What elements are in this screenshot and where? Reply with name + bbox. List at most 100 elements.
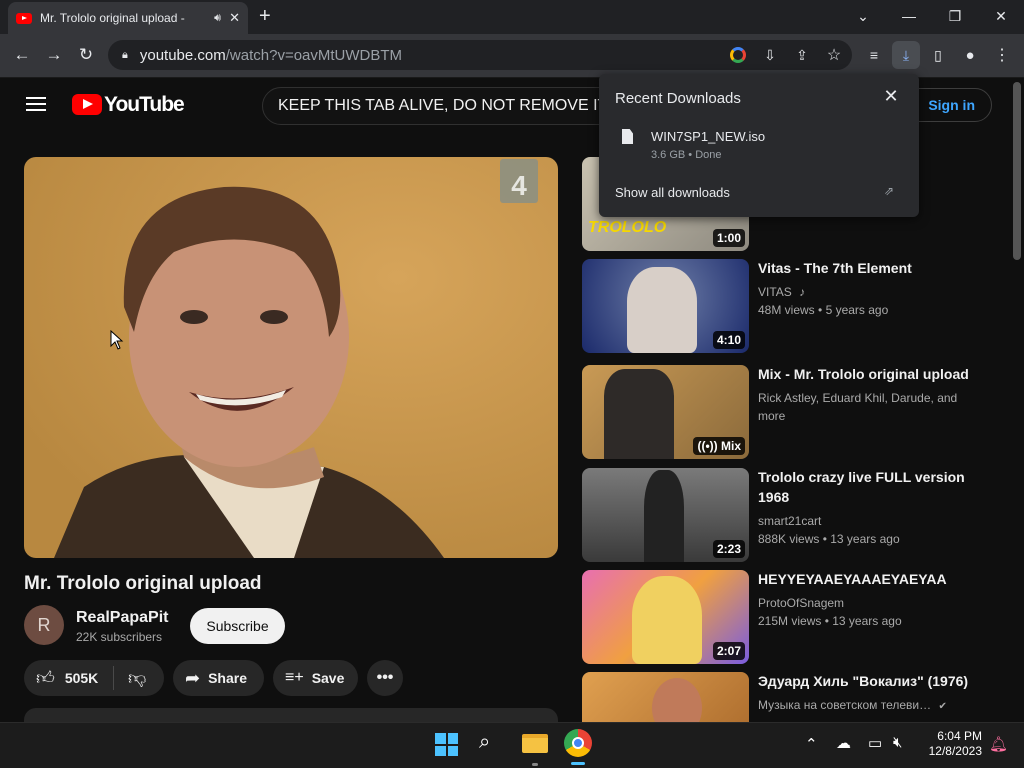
chrome-taskbar-icon[interactable]: [564, 729, 592, 757]
related-meta: 48M views • 5 years ago: [758, 303, 889, 317]
search-input[interactable]: KEEP THIS TAB ALIVE, DO NOT REMOVE IT.: [262, 87, 622, 125]
thumb-figure: [644, 470, 684, 562]
subscriber-count: 22K subscribers: [76, 630, 163, 644]
view-count: 48M views: [758, 303, 815, 317]
related-channel[interactable]: smart21cart: [758, 512, 978, 530]
related-meta: 888K views • 13 years ago: [758, 532, 900, 546]
windows-start-icon[interactable]: [435, 733, 458, 756]
side-panel-icon[interactable]: ▯: [924, 41, 952, 69]
thumbs-down-icon: 👎︎: [128, 668, 147, 688]
file-explorer-icon[interactable]: [522, 734, 548, 753]
page-scrollbar-thumb[interactable]: [1013, 82, 1021, 260]
downloads-close-icon[interactable]: ✕: [880, 86, 902, 108]
explorer-running-indicator: [532, 763, 538, 766]
related-channel-name: Музыка на советском телеви…: [758, 698, 932, 712]
tab-search-button[interactable]: ⌄: [840, 0, 886, 32]
video-player[interactable]: 4: [24, 157, 558, 558]
download-status: 3.6 GB • Done: [651, 149, 722, 161]
clock-date: 12/8/2023: [928, 744, 982, 758]
related-thumbnail[interactable]: [582, 672, 749, 722]
browser-tab[interactable]: Mr. Trololo original upload - 🔊︎ ✕: [8, 2, 248, 34]
related-channel-name: VITAS: [758, 285, 792, 299]
related-title[interactable]: Mix - Mr. Trololo original upload: [758, 364, 978, 384]
minimize-button[interactable]: —: [886, 0, 932, 32]
channel-name[interactable]: RealPapaPit: [76, 609, 168, 627]
thumb-figure: [632, 576, 702, 664]
network-icon[interactable]: ▭: [868, 734, 882, 752]
media-control-icon[interactable]: ≡: [860, 41, 888, 69]
thumb-overlay-text: TROLOLO: [588, 219, 667, 236]
dislike-button[interactable]: 👎︎: [114, 667, 146, 689]
related-title[interactable]: HEYYEYAAEYAAAEYAEYAA: [758, 569, 978, 589]
related-title[interactable]: Эдуард Хиль "Вокализ" (1976): [758, 671, 978, 691]
related-channel[interactable]: Музыка на советском телеви… ✔: [758, 696, 978, 716]
active-app-indicator: [571, 762, 585, 765]
related-channel[interactable]: ProtoOfSnagem: [758, 594, 978, 612]
new-tab-button[interactable]: +: [259, 5, 271, 28]
volume-muted-icon[interactable]: 🔇︎: [893, 734, 902, 751]
like-button[interactable]: 👍︎ 505K: [24, 666, 114, 690]
speaker-icon[interactable]: 🔊︎: [214, 12, 221, 25]
save-label: Save: [311, 670, 345, 686]
video-duration: 1:00: [712, 229, 745, 247]
related-thumbnail[interactable]: ((•)) Mix: [582, 365, 749, 459]
upload-age: 13 years ago: [832, 614, 902, 628]
related-channel[interactable]: VITAS ♪: [758, 283, 978, 301]
save-button[interactable]: ≡+ Save: [273, 660, 358, 696]
downloads-icon[interactable]: ⤓: [892, 41, 920, 69]
signin-label: Sign in: [928, 97, 975, 113]
back-button[interactable]: ←: [8, 41, 36, 69]
youtube-logo-icon[interactable]: [72, 94, 102, 115]
share-button[interactable]: ➦ Share: [173, 660, 264, 696]
related-meta: 215M views • 13 years ago: [758, 614, 902, 628]
bookmark-star-icon[interactable]: ☆: [820, 41, 848, 69]
music-note-icon: ♪: [799, 285, 806, 299]
avatar-initial: R: [37, 614, 51, 635]
forward-button[interactable]: →: [40, 41, 68, 69]
like-count: 505K: [64, 670, 99, 686]
youtube-logo-text[interactable]: YouTube: [104, 93, 185, 117]
install-app-icon[interactable]: ⇩: [756, 41, 784, 69]
related-title[interactable]: Trololo crazy live FULL version 1968: [758, 467, 978, 507]
share-label: Share: [208, 670, 248, 686]
upload-age: 5 years ago: [825, 303, 889, 317]
related-channel[interactable]: Rick Astley, Eduard Khil, Darude, and mo…: [758, 389, 978, 425]
onedrive-icon[interactable]: ☁: [836, 734, 851, 752]
file-icon: [622, 129, 633, 144]
url-host: youtube.com: [139, 46, 226, 64]
notification-bell-icon[interactable]: 🔔︎: [989, 735, 1008, 753]
playlist-add-icon: ≡+: [285, 669, 304, 686]
url-path: /watch?v=oavMtUWDBTM: [225, 46, 403, 64]
tab-close-icon[interactable]: ✕: [229, 10, 240, 26]
more-horiz-icon: •••: [376, 669, 394, 686]
hamburger-menu-icon[interactable]: [26, 97, 46, 111]
share-icon[interactable]: ⇪: [788, 41, 816, 69]
channel-avatar[interactable]: R: [24, 605, 64, 645]
taskbar-search-icon[interactable]: ⌕: [479, 731, 490, 754]
related-thumbnail[interactable]: 2:23: [582, 468, 749, 562]
google-icon[interactable]: [724, 41, 752, 69]
clock-time: 6:04 PM: [937, 729, 982, 743]
profile-icon[interactable]: ●: [956, 41, 984, 69]
menu-kebab-icon[interactable]: ⋮: [988, 41, 1016, 69]
mix-badge: ((•)) Mix: [693, 437, 745, 455]
download-file-name[interactable]: WIN7SP1_NEW.iso: [651, 129, 765, 144]
close-window-button[interactable]: ✕: [978, 0, 1024, 32]
thumb-figure: [652, 678, 702, 722]
restore-button[interactable]: ❐: [932, 0, 978, 32]
show-hidden-icons-chevron-icon[interactable]: ⌃: [805, 735, 818, 753]
view-count: 215M views: [758, 614, 822, 628]
show-all-downloads-link[interactable]: Show all downloads: [615, 185, 730, 200]
related-thumbnail[interactable]: 4:10: [582, 259, 749, 353]
taskbar-clock[interactable]: 6:04 PM 12/8/2023: [922, 729, 982, 759]
more-actions-button[interactable]: •••: [367, 660, 403, 696]
tab-title: Mr. Trololo original upload -: [40, 11, 185, 25]
like-dislike-group: 👍︎ 505K 👎︎: [24, 660, 164, 696]
open-external-icon[interactable]: ⇗: [884, 184, 894, 198]
related-title[interactable]: Vitas - The 7th Element: [758, 258, 978, 278]
reload-button[interactable]: ↻: [72, 41, 100, 69]
subscribe-label: Subscribe: [206, 618, 269, 634]
video-duration: 2:07: [712, 642, 745, 660]
related-thumbnail[interactable]: 2:07: [582, 570, 749, 664]
subscribe-button[interactable]: Subscribe: [190, 608, 285, 644]
